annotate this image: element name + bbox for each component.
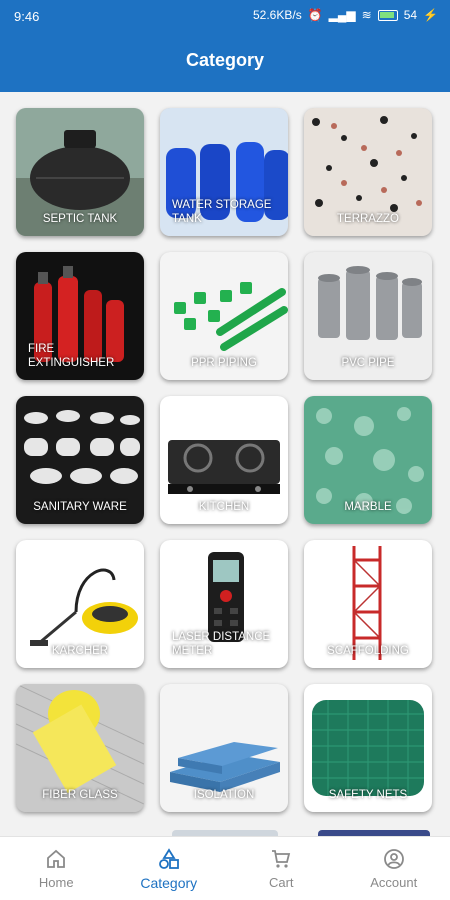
category-tile-karcher[interactable]: KARCHER — [16, 540, 144, 668]
battery-icon — [377, 9, 398, 21]
category-tile-terrazzo[interactable]: TERRAZZO — [304, 108, 432, 236]
nav-home[interactable]: Home — [0, 837, 113, 900]
category-tile-sanitary-ware[interactable]: SANITARY WARE — [16, 396, 144, 524]
category-icon — [158, 847, 179, 869]
category-tile-marble[interactable]: MARBLE — [304, 396, 432, 524]
category-label: FIRE EXTINGUISHER — [28, 343, 115, 369]
category-tile-laser-distance-meter[interactable]: LASER DISTANCE METER — [160, 540, 288, 668]
page-title: Category — [185, 50, 265, 70]
category-label: PVC PIPE — [341, 357, 395, 369]
nav-label: Cart — [268, 875, 294, 890]
alarm-icon: ⏰ — [307, 8, 323, 22]
nav-label: Category — [140, 874, 198, 891]
category-label: PPR PIPING — [191, 357, 257, 369]
category-label: KARCHER — [51, 645, 109, 657]
category-tile-pvc-pipe[interactable]: PVC PIPE — [304, 252, 432, 380]
category-label: LASER DISTANCE METER — [172, 631, 271, 657]
category-label: MARBLE — [344, 501, 392, 513]
account-icon — [383, 849, 404, 869]
wifi-icon: ≋ — [361, 8, 372, 22]
category-label: SCAFFOLDING — [327, 645, 409, 657]
category-tile-water-storage-tank[interactable]: WATER STORAGE TANK — [160, 108, 288, 236]
cart-icon — [272, 850, 291, 868]
charging-icon: ⚡ — [423, 8, 438, 22]
status-bar: 9:46 52.6KB/s ⏰ ▂▄▆ ≋ 54 ⚡ — [0, 0, 450, 32]
nav-account[interactable]: Account — [338, 837, 450, 900]
nav-cart[interactable]: Cart — [225, 837, 338, 900]
category-grid: SEPTIC TANK WATER STORAGE TANK TERRAZZO … — [16, 108, 436, 812]
app-header: 9:46 52.6KB/s ⏰ ▂▄▆ ≋ 54 ⚡ Category — [0, 0, 450, 92]
category-tile-fire-extinguisher[interactable]: FIRE EXTINGUISHER — [16, 252, 144, 380]
nav-label: Account — [370, 875, 418, 890]
battery-level: 54 — [403, 8, 418, 22]
network-speed: 52.6KB/s — [253, 8, 302, 22]
category-label: SAFETY NETS — [328, 789, 408, 801]
category-label: ISOLATION — [193, 789, 255, 801]
category-tile-isolation[interactable]: ISOLATION — [160, 684, 288, 812]
category-label: FIBER GLASS — [42, 789, 118, 801]
nav-category[interactable]: Category — [113, 837, 226, 900]
category-tile-fiber-glass[interactable]: FIBER GLASS — [16, 684, 144, 812]
category-tile-scaffolding[interactable]: SCAFFOLDING — [304, 540, 432, 668]
category-tile-kitchen[interactable]: KITCHEN — [160, 396, 288, 524]
category-label: KITCHEN — [198, 501, 250, 513]
nav-label: Home — [38, 875, 74, 890]
category-grid-container[interactable]: SEPTIC TANK WATER STORAGE TANK TERRAZZO … — [0, 92, 450, 836]
category-label: SEPTIC TANK — [42, 213, 118, 225]
category-label: SANITARY WARE — [33, 501, 127, 513]
status-indicators: 52.6KB/s ⏰ ▂▄▆ ≋ 54 ⚡ — [253, 8, 438, 22]
category-label: TERRAZZO — [337, 213, 399, 225]
signal-icon: ▂▄▆ — [328, 8, 356, 22]
home-icon — [47, 849, 66, 868]
category-tile-septic-tank[interactable]: SEPTIC TANK — [16, 108, 144, 236]
bottom-navigation: Home Category Cart Account — [0, 836, 450, 900]
category-tile-ppr-piping[interactable]: PPR PIPING — [160, 252, 288, 380]
category-label: WATER STORAGE TANK — [172, 199, 272, 225]
category-tile-safety-nets[interactable]: SAFETY NETS — [304, 684, 432, 812]
status-time: 9:46 — [14, 9, 40, 24]
